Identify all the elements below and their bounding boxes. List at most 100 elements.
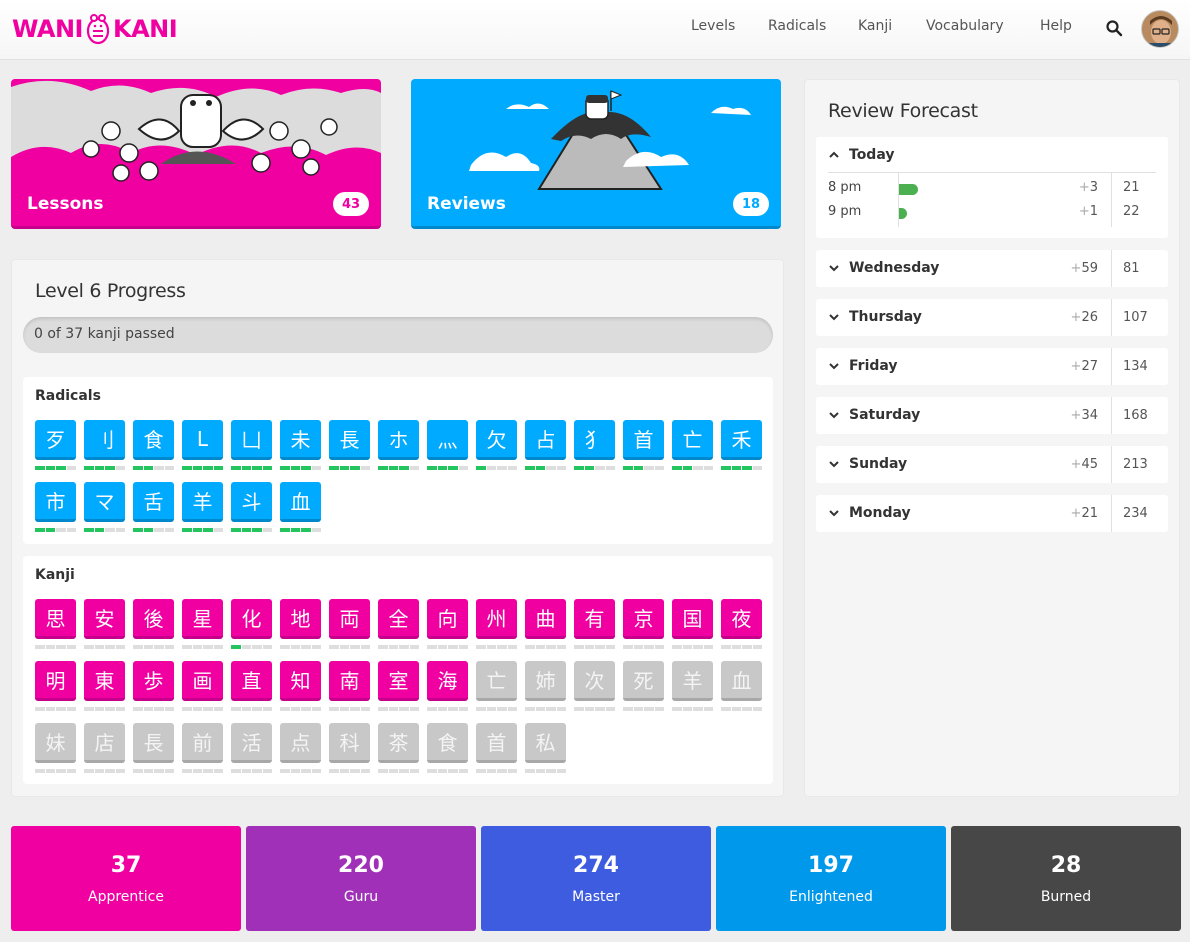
srs-step — [182, 528, 192, 532]
kanji-tile[interactable]: 星 — [182, 599, 223, 639]
kanji-tile[interactable]: 首 — [476, 723, 517, 763]
kanji-tile[interactable]: 歩 — [133, 661, 174, 701]
radical-tile[interactable]: 凵 — [231, 420, 272, 460]
kanji-tile[interactable]: 画 — [182, 661, 223, 701]
kanji-tile[interactable]: 食 — [427, 723, 468, 763]
forecast-day-row[interactable]: Wednesday +59 81 — [816, 250, 1168, 287]
srs-step — [280, 769, 290, 773]
kanji-tile[interactable]: 前 — [182, 723, 223, 763]
kanji-tile[interactable]: 曲 — [525, 599, 566, 639]
kanji-tile[interactable]: 化 — [231, 599, 272, 639]
kanji-tile[interactable]: 亡 — [476, 661, 517, 701]
nav-radicals[interactable]: Radicals — [768, 18, 826, 34]
srs-stat-enlightened[interactable]: 197 Enlightened — [716, 826, 946, 931]
kanji-tile[interactable]: 国 — [672, 599, 713, 639]
srs-step — [448, 707, 458, 711]
radical-tile[interactable]: 長 — [329, 420, 370, 460]
kanji-tile[interactable]: 羊 — [672, 661, 713, 701]
srs-stat-apprentice[interactable]: 37 Apprentice — [11, 826, 241, 931]
kanji-tile[interactable]: 夜 — [721, 599, 762, 639]
forecast-day-row[interactable]: Friday +27 134 — [816, 348, 1168, 385]
radical-tile[interactable]: 占 — [525, 420, 566, 460]
radical-tile[interactable]: 血 — [280, 482, 321, 522]
forecast-day-row[interactable]: Monday +21 234 — [816, 495, 1168, 532]
radical-tile[interactable]: 刂 — [84, 420, 125, 460]
kanji-tile[interactable]: 後 — [133, 599, 174, 639]
radical-tile[interactable]: 灬 — [427, 420, 468, 460]
radical-tile[interactable]: 亡 — [672, 420, 713, 460]
radical-tile[interactable]: 首 — [623, 420, 664, 460]
srs-stat-master[interactable]: 274 Master — [481, 826, 711, 931]
kanji-tile[interactable]: 知 — [280, 661, 321, 701]
reviews-card[interactable]: Reviews 18 — [411, 79, 781, 229]
kanji-tile[interactable]: 死 — [623, 661, 664, 701]
kanji-tile[interactable]: 姉 — [525, 661, 566, 701]
srs-step — [192, 769, 202, 773]
kanji-tile[interactable]: 直 — [231, 661, 272, 701]
radical-tile[interactable]: 未 — [280, 420, 321, 460]
kanji-tile[interactable]: 妹 — [35, 723, 76, 763]
kanji-tile[interactable]: 京 — [623, 599, 664, 639]
search-icon[interactable] — [1105, 19, 1123, 37]
radical-tile[interactable]: 食 — [133, 420, 174, 460]
radical-tile[interactable]: 禾 — [721, 420, 762, 460]
kanji-tile[interactable]: 私 — [525, 723, 566, 763]
kanji-tile[interactable]: 州 — [476, 599, 517, 639]
forecast-today[interactable]: Today 8 pm +3 21 9 pm +1 22 — [816, 137, 1168, 238]
kanji-tile[interactable]: 向 — [427, 599, 468, 639]
radical-tile[interactable]: 舌 — [133, 482, 174, 522]
kanji-tile[interactable]: 両 — [329, 599, 370, 639]
nav-help[interactable]: Help — [1040, 18, 1072, 34]
wanikani-logo[interactable]: WANI KANI — [12, 12, 178, 46]
srs-step — [546, 707, 556, 711]
srs-step — [731, 645, 741, 649]
forecast-hour-total: 21 — [1123, 180, 1140, 195]
kanji-tile[interactable]: 長 — [133, 723, 174, 763]
nav-vocabulary[interactable]: Vocabulary — [926, 18, 1004, 34]
srs-step — [262, 769, 272, 773]
radical-tile[interactable]: 斗 — [231, 482, 272, 522]
nav-levels[interactable]: Levels — [691, 18, 735, 34]
kanji-tile[interactable]: 茶 — [378, 723, 419, 763]
srs-progress-bars — [182, 645, 223, 649]
kanji-tile[interactable]: 点 — [280, 723, 321, 763]
forecast-day-row[interactable]: Thursday +26 107 — [816, 299, 1168, 336]
user-avatar[interactable] — [1141, 10, 1179, 48]
kanji-tile[interactable]: 全 — [378, 599, 419, 639]
kanji-tile[interactable]: 店 — [84, 723, 125, 763]
srs-step — [605, 466, 615, 470]
radical-tile[interactable]: マ — [84, 482, 125, 522]
kanji-tile[interactable]: 南 — [329, 661, 370, 701]
forecast-day-row[interactable]: Saturday +34 168 — [816, 397, 1168, 434]
kanji-tile[interactable]: 思 — [35, 599, 76, 639]
lessons-card[interactable]: Lessons 43 — [11, 79, 381, 229]
radical-tile[interactable]: 歹 — [35, 420, 76, 460]
radical-tile[interactable]: 羊 — [182, 482, 223, 522]
srs-stat-guru[interactable]: 220 Guru — [246, 826, 476, 931]
srs-step — [535, 645, 545, 649]
forecast-day-row[interactable]: Sunday +45 213 — [816, 446, 1168, 483]
kanji-tile[interactable]: 血 — [721, 661, 762, 701]
kanji-tile[interactable]: 海 — [427, 661, 468, 701]
kanji-card: Kanji 思安後星化地両全向州曲有京国夜明東歩画直知南室海亡姉次死羊血妹店長前… — [23, 556, 773, 784]
srs-step — [66, 466, 76, 470]
nav-kanji[interactable]: Kanji — [858, 18, 892, 34]
radical-tile[interactable]: L — [182, 420, 223, 460]
kanji-tile[interactable]: 科 — [329, 723, 370, 763]
srs-step — [595, 466, 605, 470]
kanji-tile[interactable]: 安 — [84, 599, 125, 639]
kanji-tile[interactable]: 次 — [574, 661, 615, 701]
stat-count: 274 — [573, 853, 619, 878]
kanji-tile[interactable]: 東 — [84, 661, 125, 701]
radical-tile[interactable]: 犭 — [574, 420, 615, 460]
kanji-tile[interactable]: 地 — [280, 599, 321, 639]
kanji-tile[interactable]: 明 — [35, 661, 76, 701]
radical-tile[interactable]: 欠 — [476, 420, 517, 460]
kanji-tile[interactable]: 活 — [231, 723, 272, 763]
srs-step — [252, 528, 262, 532]
radical-tile[interactable]: ホ — [378, 420, 419, 460]
radical-tile[interactable]: 市 — [35, 482, 76, 522]
kanji-tile[interactable]: 有 — [574, 599, 615, 639]
srs-stat-burned[interactable]: 28 Burned — [951, 826, 1181, 931]
kanji-tile[interactable]: 室 — [378, 661, 419, 701]
